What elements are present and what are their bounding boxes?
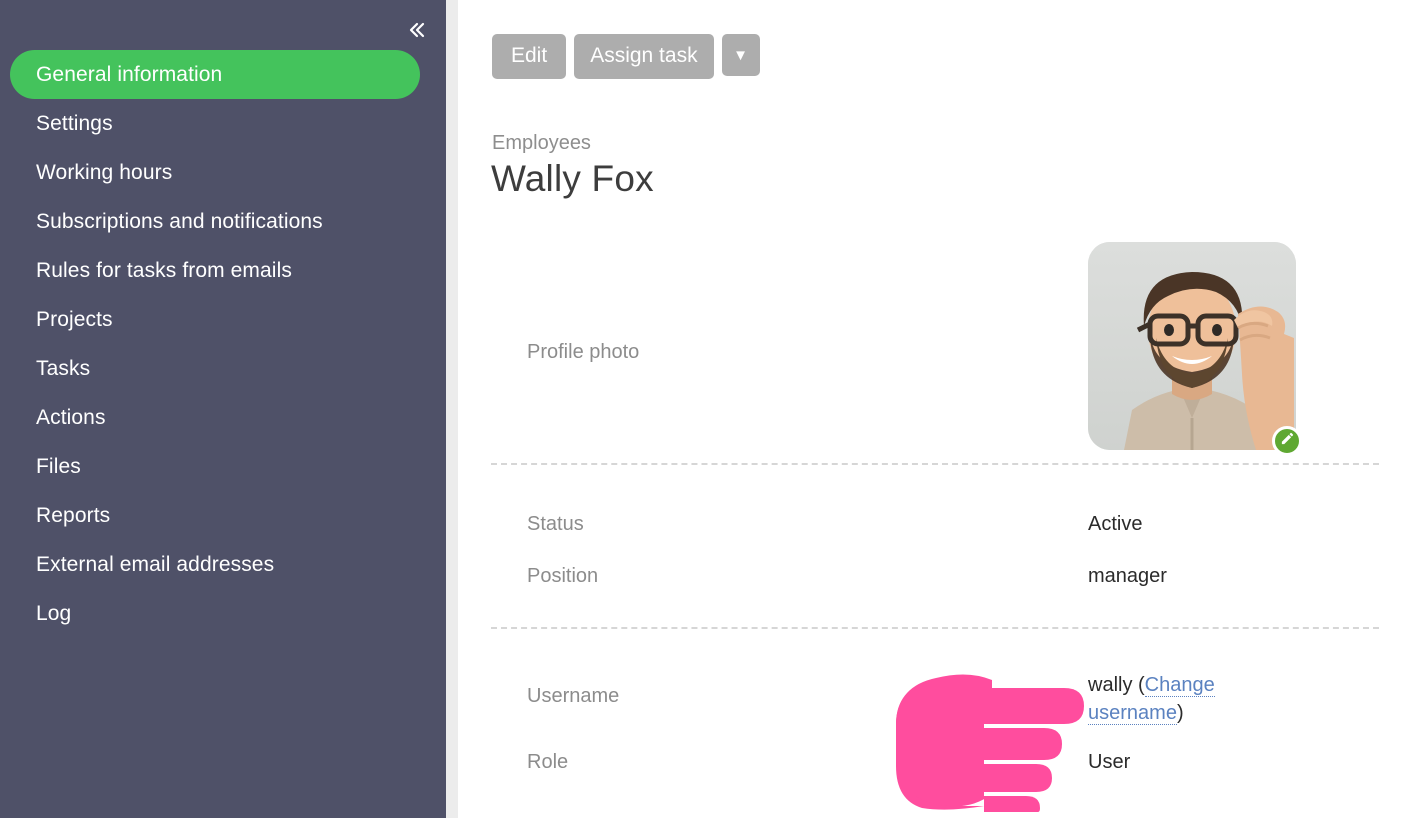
username-label: Username <box>527 685 620 707</box>
avatar-image <box>1088 242 1296 450</box>
action-toolbar: Edit Assign task ▼ <box>492 34 760 79</box>
sidebar-item-label: Working hours <box>36 160 173 184</box>
sidebar-item-settings[interactable]: Settings <box>0 99 446 148</box>
username-value: wally (Change username) <box>1088 671 1263 727</box>
sidebar-item-label: Actions <box>36 405 106 429</box>
main-content: Edit Assign task ▼ Employees Wally Fox P… <box>458 0 1404 818</box>
sidebar-item-working-hours[interactable]: Working hours <box>0 148 446 197</box>
chevron-down-icon: ▼ <box>733 46 748 64</box>
sidebar-item-subscriptions-and-notifications[interactable]: Subscriptions and notifications <box>0 197 446 246</box>
profile-photo-label: Profile photo <box>527 341 640 363</box>
sidebar-item-tasks[interactable]: Tasks <box>0 344 446 393</box>
sidebar-nav: General information Settings Working hou… <box>0 50 446 638</box>
sidebar-item-reports[interactable]: Reports <box>0 491 446 540</box>
sidebar-item-label: Tasks <box>36 356 91 380</box>
assign-task-button[interactable]: Assign task <box>574 34 714 79</box>
position-label: Position <box>527 565 599 587</box>
divider <box>491 627 1379 629</box>
username-text: wally <box>1088 674 1133 696</box>
sidebar-item-label: Log <box>36 601 72 625</box>
sidebar-item-label: Reports <box>36 503 111 527</box>
sidebar-item-log[interactable]: Log <box>0 589 446 638</box>
sidebar-item-label: Rules for tasks from emails <box>36 258 292 282</box>
sidebar-item-label: Settings <box>36 111 113 135</box>
status-value: Active <box>1088 513 1143 535</box>
role-label: Role <box>527 751 569 773</box>
status-label: Status <box>527 513 584 535</box>
sidebar-scrollbar[interactable] <box>446 0 458 818</box>
sidebar-item-label: Subscriptions and notifications <box>36 209 323 233</box>
edit-button[interactable]: Edit <box>492 34 567 79</box>
role-value: User <box>1088 751 1131 773</box>
position-value: manager <box>1088 565 1167 587</box>
sidebar-item-rules-for-tasks-from-emails[interactable]: Rules for tasks from emails <box>0 246 446 295</box>
sidebar-item-external-email-addresses[interactable]: External email addresses <box>0 540 446 589</box>
sidebar-item-label: Files <box>36 454 81 478</box>
avatar-edit-button[interactable] <box>1272 426 1302 456</box>
chevron-double-left-icon <box>404 18 428 42</box>
divider <box>491 463 1379 465</box>
sidebar: General information Settings Working hou… <box>0 0 446 818</box>
sidebar-item-label: Projects <box>36 307 113 331</box>
sidebar-item-actions[interactable]: Actions <box>0 393 446 442</box>
app-root: General information Settings Working hou… <box>0 0 1404 818</box>
sidebar-scrollbar-thumb[interactable] <box>446 0 458 818</box>
close-paren: ) <box>1176 702 1184 724</box>
sidebar-item-files[interactable]: Files <box>0 442 446 491</box>
sidebar-collapse-button[interactable] <box>402 16 430 44</box>
pencil-icon <box>1280 431 1295 451</box>
avatar[interactable] <box>1088 242 1302 456</box>
sidebar-item-label: External email addresses <box>36 552 275 576</box>
breadcrumb[interactable]: Employees <box>492 132 591 155</box>
sidebar-item-general-information[interactable]: General information <box>10 50 420 99</box>
open-paren: ( <box>1132 674 1145 696</box>
sidebar-item-label: General information <box>36 62 223 86</box>
more-actions-dropdown-button[interactable]: ▼ <box>721 34 760 76</box>
page-title: Wally Fox <box>491 158 654 199</box>
sidebar-item-projects[interactable]: Projects <box>0 295 446 344</box>
